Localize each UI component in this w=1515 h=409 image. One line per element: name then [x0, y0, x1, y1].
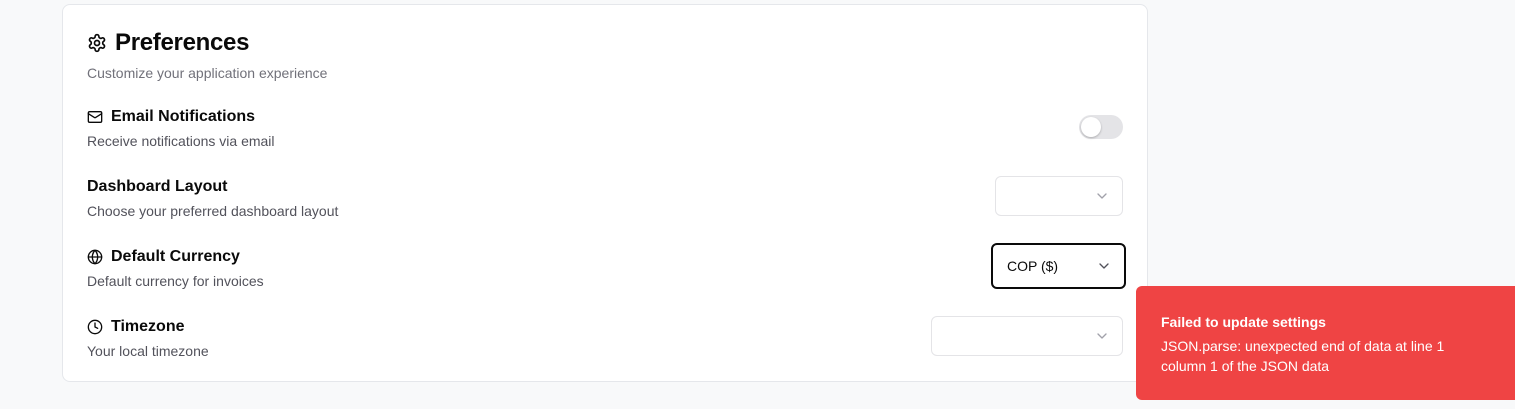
email-notifications-toggle[interactable]: [1079, 115, 1123, 139]
dashboard-layout-select[interactable]: [995, 176, 1123, 216]
email-label: Email Notifications: [111, 108, 256, 125]
title-row: Preferences: [87, 29, 327, 57]
chevron-down-icon: [1094, 188, 1110, 204]
email-label-row: Email Notifications: [87, 107, 1123, 127]
toggle-thumb: [1081, 117, 1101, 137]
currency-description: Default currency for invoices: [87, 273, 264, 289]
mail-icon: [87, 109, 103, 125]
setting-row-timezone: Timezone Your local timezone: [87, 316, 1123, 363]
setting-row-email: Email Notifications Receive notification…: [87, 107, 1123, 153]
email-description: Receive notifications via email: [87, 133, 275, 149]
currency-label-row: Default Currency: [87, 247, 1123, 267]
page-title: Preferences: [115, 29, 250, 56]
clock-icon: [87, 319, 103, 335]
default-currency-select[interactable]: COP ($): [991, 243, 1126, 289]
timezone-select[interactable]: [931, 316, 1123, 356]
dashboard-label: Dashboard Layout: [87, 178, 228, 195]
chevron-down-icon: [1096, 258, 1112, 274]
gear-icon: [87, 33, 107, 53]
setting-row-dashboard: Dashboard Layout Choose your preferred d…: [87, 176, 1123, 223]
setting-row-currency: Default Currency Default currency for in…: [87, 243, 1126, 293]
toast-title: Failed to update settings: [1161, 314, 1326, 330]
currency-label: Default Currency: [111, 248, 240, 265]
dashboard-label-row: Dashboard Layout: [87, 177, 1123, 197]
timezone-label: Timezone: [111, 318, 185, 335]
preferences-card: Preferences Customize your application e…: [62, 4, 1148, 382]
toast-message: JSON.parse: unexpected end of data at li…: [1161, 338, 1445, 374]
page-subtitle: Customize your application experience: [87, 65, 328, 81]
globe-icon: [87, 249, 103, 265]
currency-select-value: COP ($): [1007, 258, 1059, 274]
dashboard-description: Choose your preferred dashboard layout: [87, 203, 339, 219]
error-toast[interactable]: Failed to update settings JSON.parse: un…: [1136, 286, 1515, 400]
chevron-down-icon: [1094, 328, 1110, 344]
card-header: Preferences Customize your application e…: [87, 29, 327, 81]
